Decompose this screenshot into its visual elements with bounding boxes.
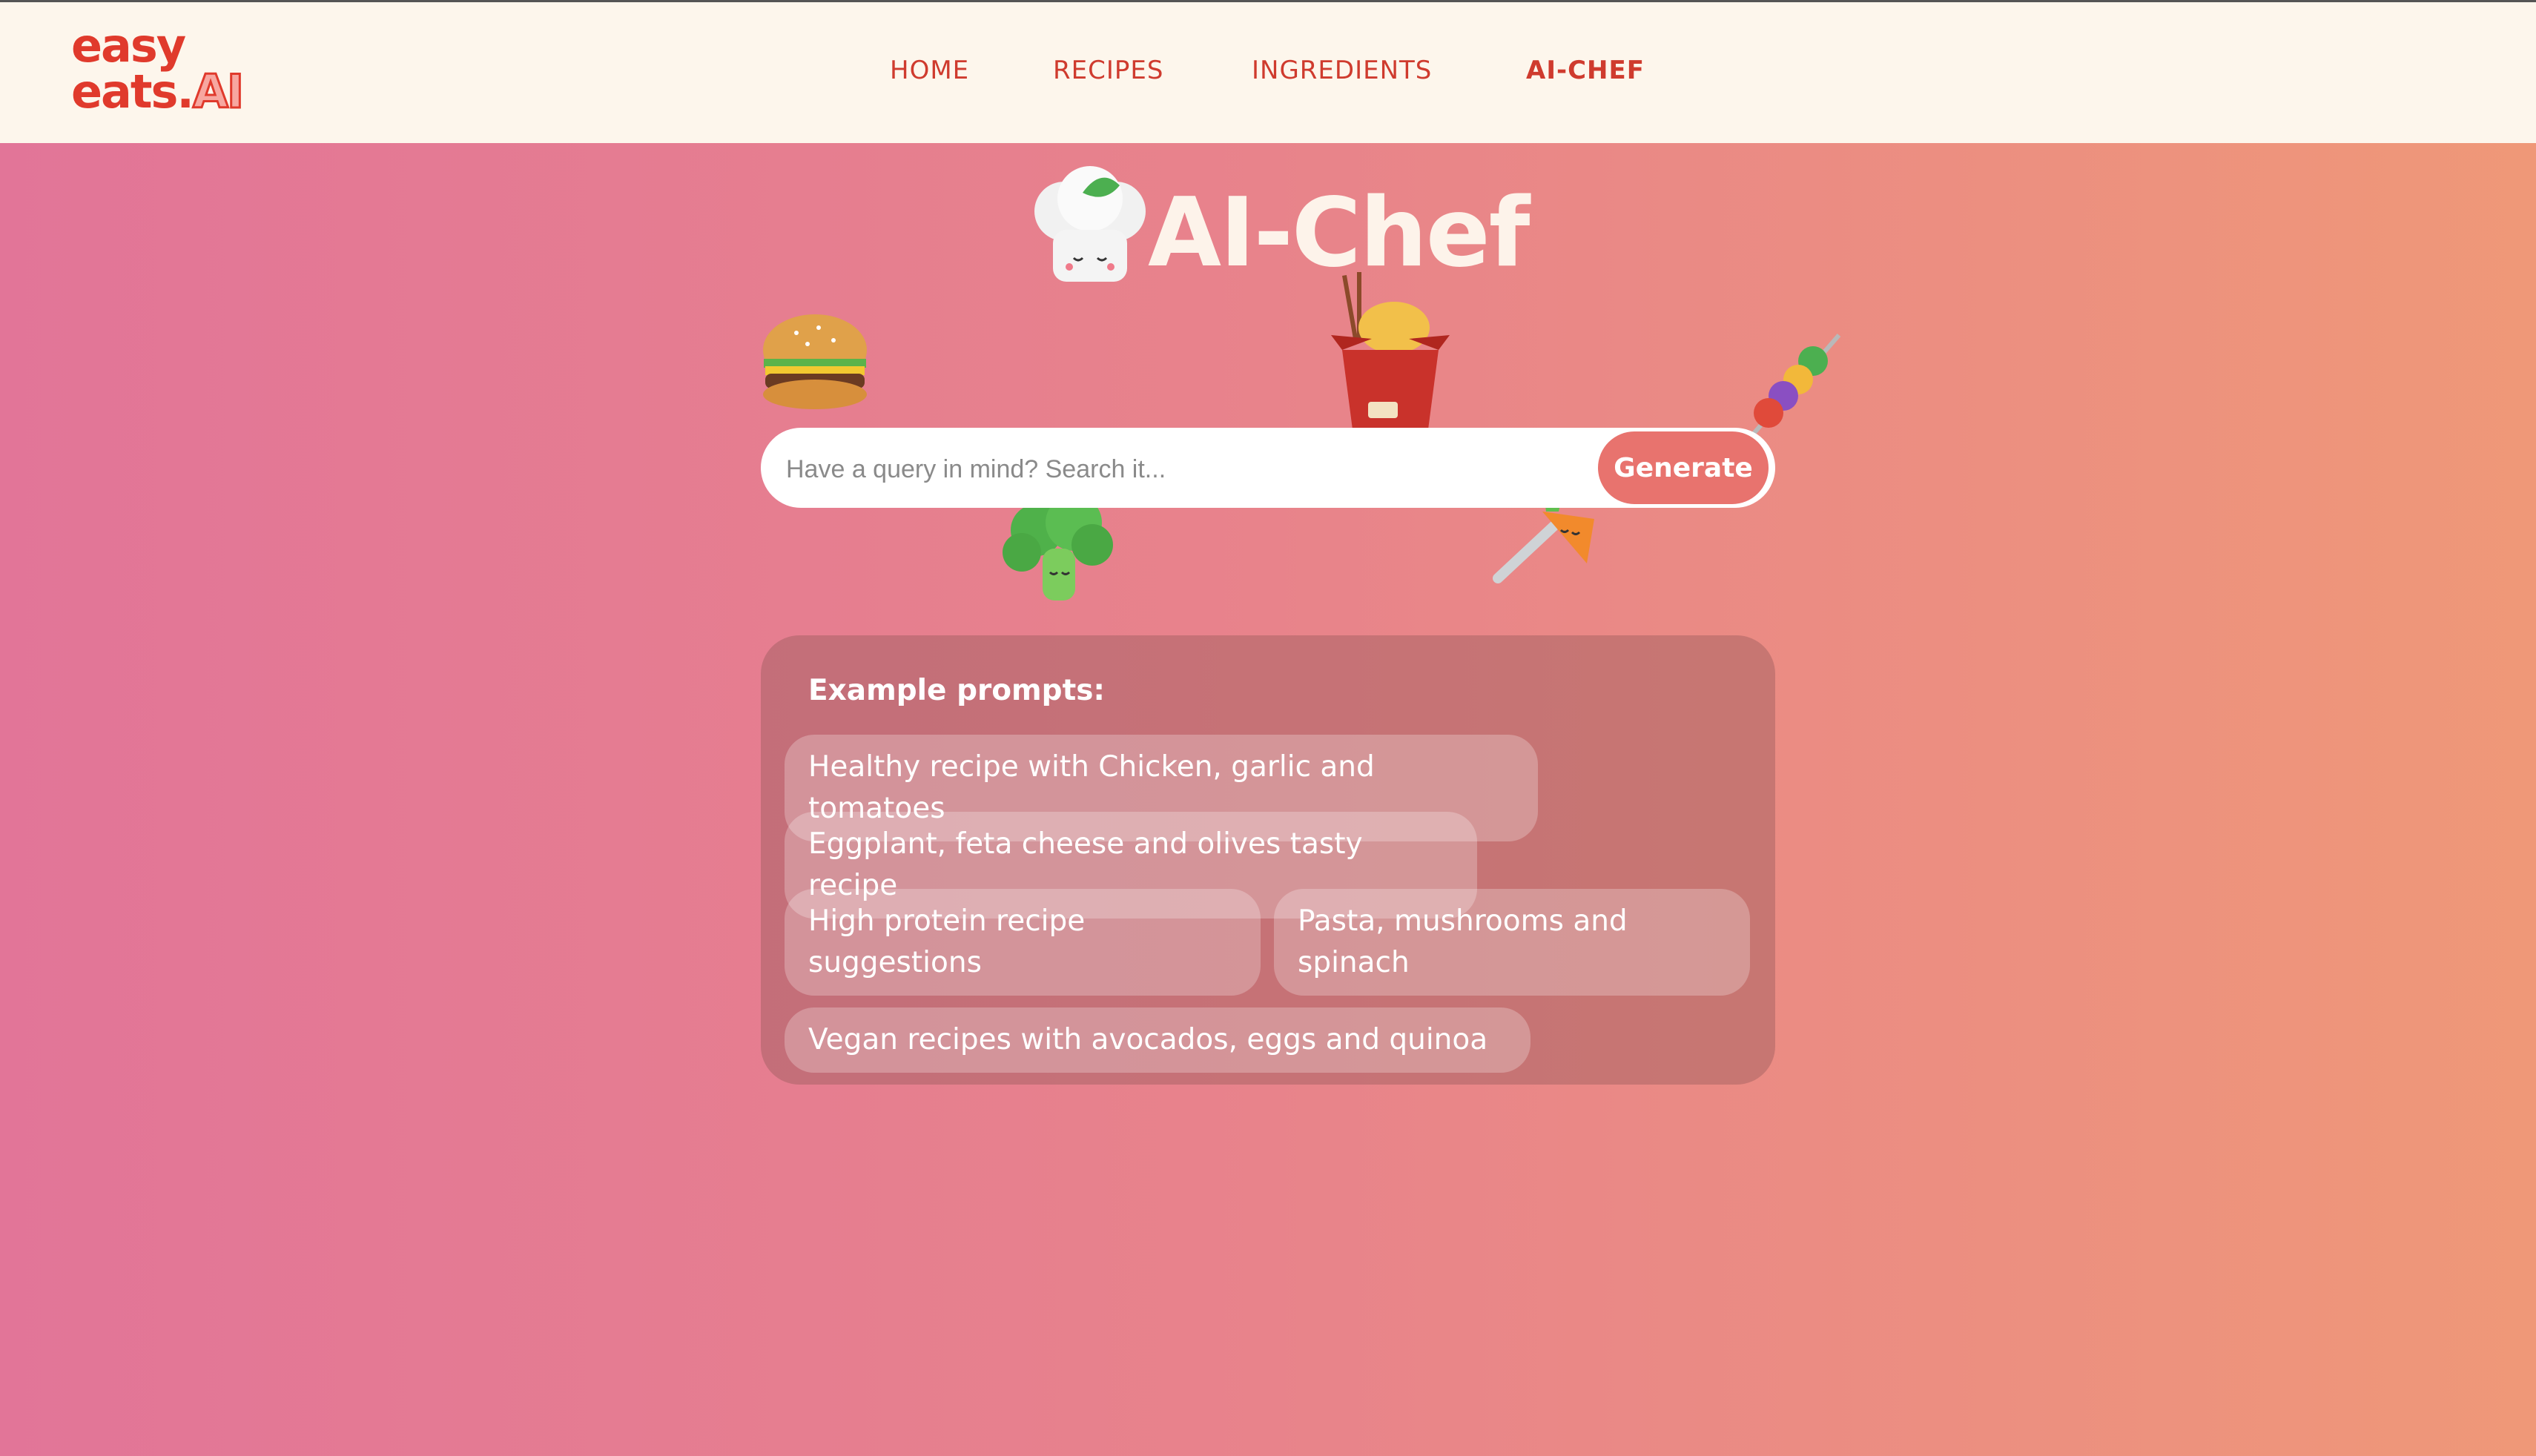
example-prompts-panel: Example prompts: Healthy recipe with Chi…	[761, 635, 1775, 1085]
nav-home[interactable]: HOME	[890, 56, 969, 85]
prompt-chip[interactable]: Vegan recipes with avocados, eggs and qu…	[785, 1007, 1530, 1073]
burger-icon	[763, 314, 867, 409]
main-nav: HOME RECIPES INGREDIENTS AI-CHEF	[0, 2, 2536, 143]
prompt-chip[interactable]: High protein recipe suggestions	[785, 889, 1261, 996]
nav-recipes[interactable]: RECIPES	[1053, 56, 1163, 85]
chef-hat-icon	[1034, 166, 1146, 282]
search-input[interactable]	[786, 446, 1565, 493]
nav-ai-chef[interactable]: AI-CHEF	[1526, 56, 1645, 85]
generate-button[interactable]: Generate	[1594, 428, 1772, 508]
example-prompts-title: Example prompts:	[808, 674, 1106, 707]
hero-title-group: AI-Chef	[1023, 163, 1542, 289]
site-header: easy eats.AI HOME RECIPES INGREDIENTS AI…	[0, 2, 2536, 143]
nav-ingredients[interactable]: INGREDIENTS	[1252, 56, 1432, 85]
prompt-chip[interactable]: Pasta, mushrooms and spinach	[1274, 889, 1750, 996]
search-bar: Generate	[761, 428, 1775, 508]
noodle-box-icon	[1331, 272, 1450, 435]
